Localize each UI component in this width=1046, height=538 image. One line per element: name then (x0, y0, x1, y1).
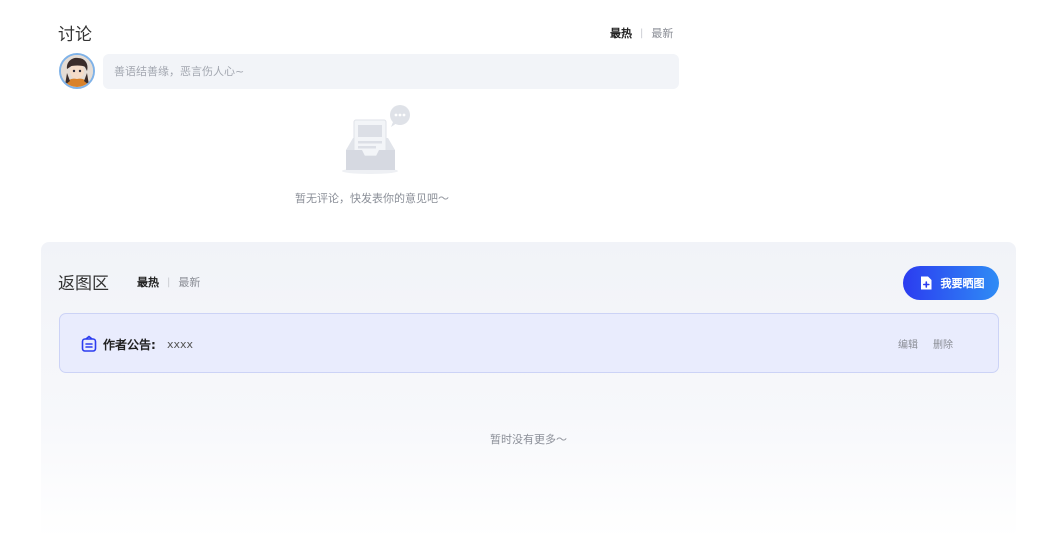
gallery-sort: 最热 | 最新 (137, 274, 200, 290)
gallery-title: 返图区 (58, 274, 109, 294)
comment-input-wrapper[interactable] (103, 54, 679, 89)
gallery-section: 返图区 最热 | 最新 我要晒图 作者公告: xxxx 编辑 删除 暂时没有更多… (41, 242, 1016, 538)
add-image-icon (920, 276, 931, 290)
avatar[interactable] (59, 53, 95, 89)
post-image-label: 我要晒图 (940, 277, 985, 290)
comment-input[interactable] (114, 65, 668, 78)
notice-delete-button[interactable]: 删除 (933, 336, 953, 351)
author-notice: 作者公告: xxxx 编辑 删除 (59, 313, 999, 373)
gallery-sort-hot-tab[interactable]: 最热 (137, 274, 159, 290)
sort-hot-tab[interactable]: 最热 (610, 25, 632, 41)
sort-new-tab[interactable]: 最新 (651, 25, 673, 41)
sort-separator: | (640, 27, 644, 39)
discussion-title: 讨论 (58, 25, 92, 45)
notice-icon (81, 335, 97, 352)
notice-edit-button[interactable]: 编辑 (898, 336, 918, 351)
gallery-sort-new-tab[interactable]: 最新 (178, 274, 200, 290)
empty-comment-text: 暂无评论，快发表你的意见吧～ (295, 192, 449, 205)
empty-inbox-icon (338, 104, 414, 176)
discussion-sort: 最热 | 最新 (610, 25, 673, 41)
no-more-text: 暂时没有更多～ (490, 433, 567, 446)
gallery-sort-separator: | (167, 276, 171, 288)
post-image-button[interactable]: 我要晒图 (903, 266, 999, 300)
avatar-image (61, 55, 93, 87)
notice-label: 作者公告: (103, 338, 156, 352)
notice-content: xxxx (167, 338, 194, 351)
